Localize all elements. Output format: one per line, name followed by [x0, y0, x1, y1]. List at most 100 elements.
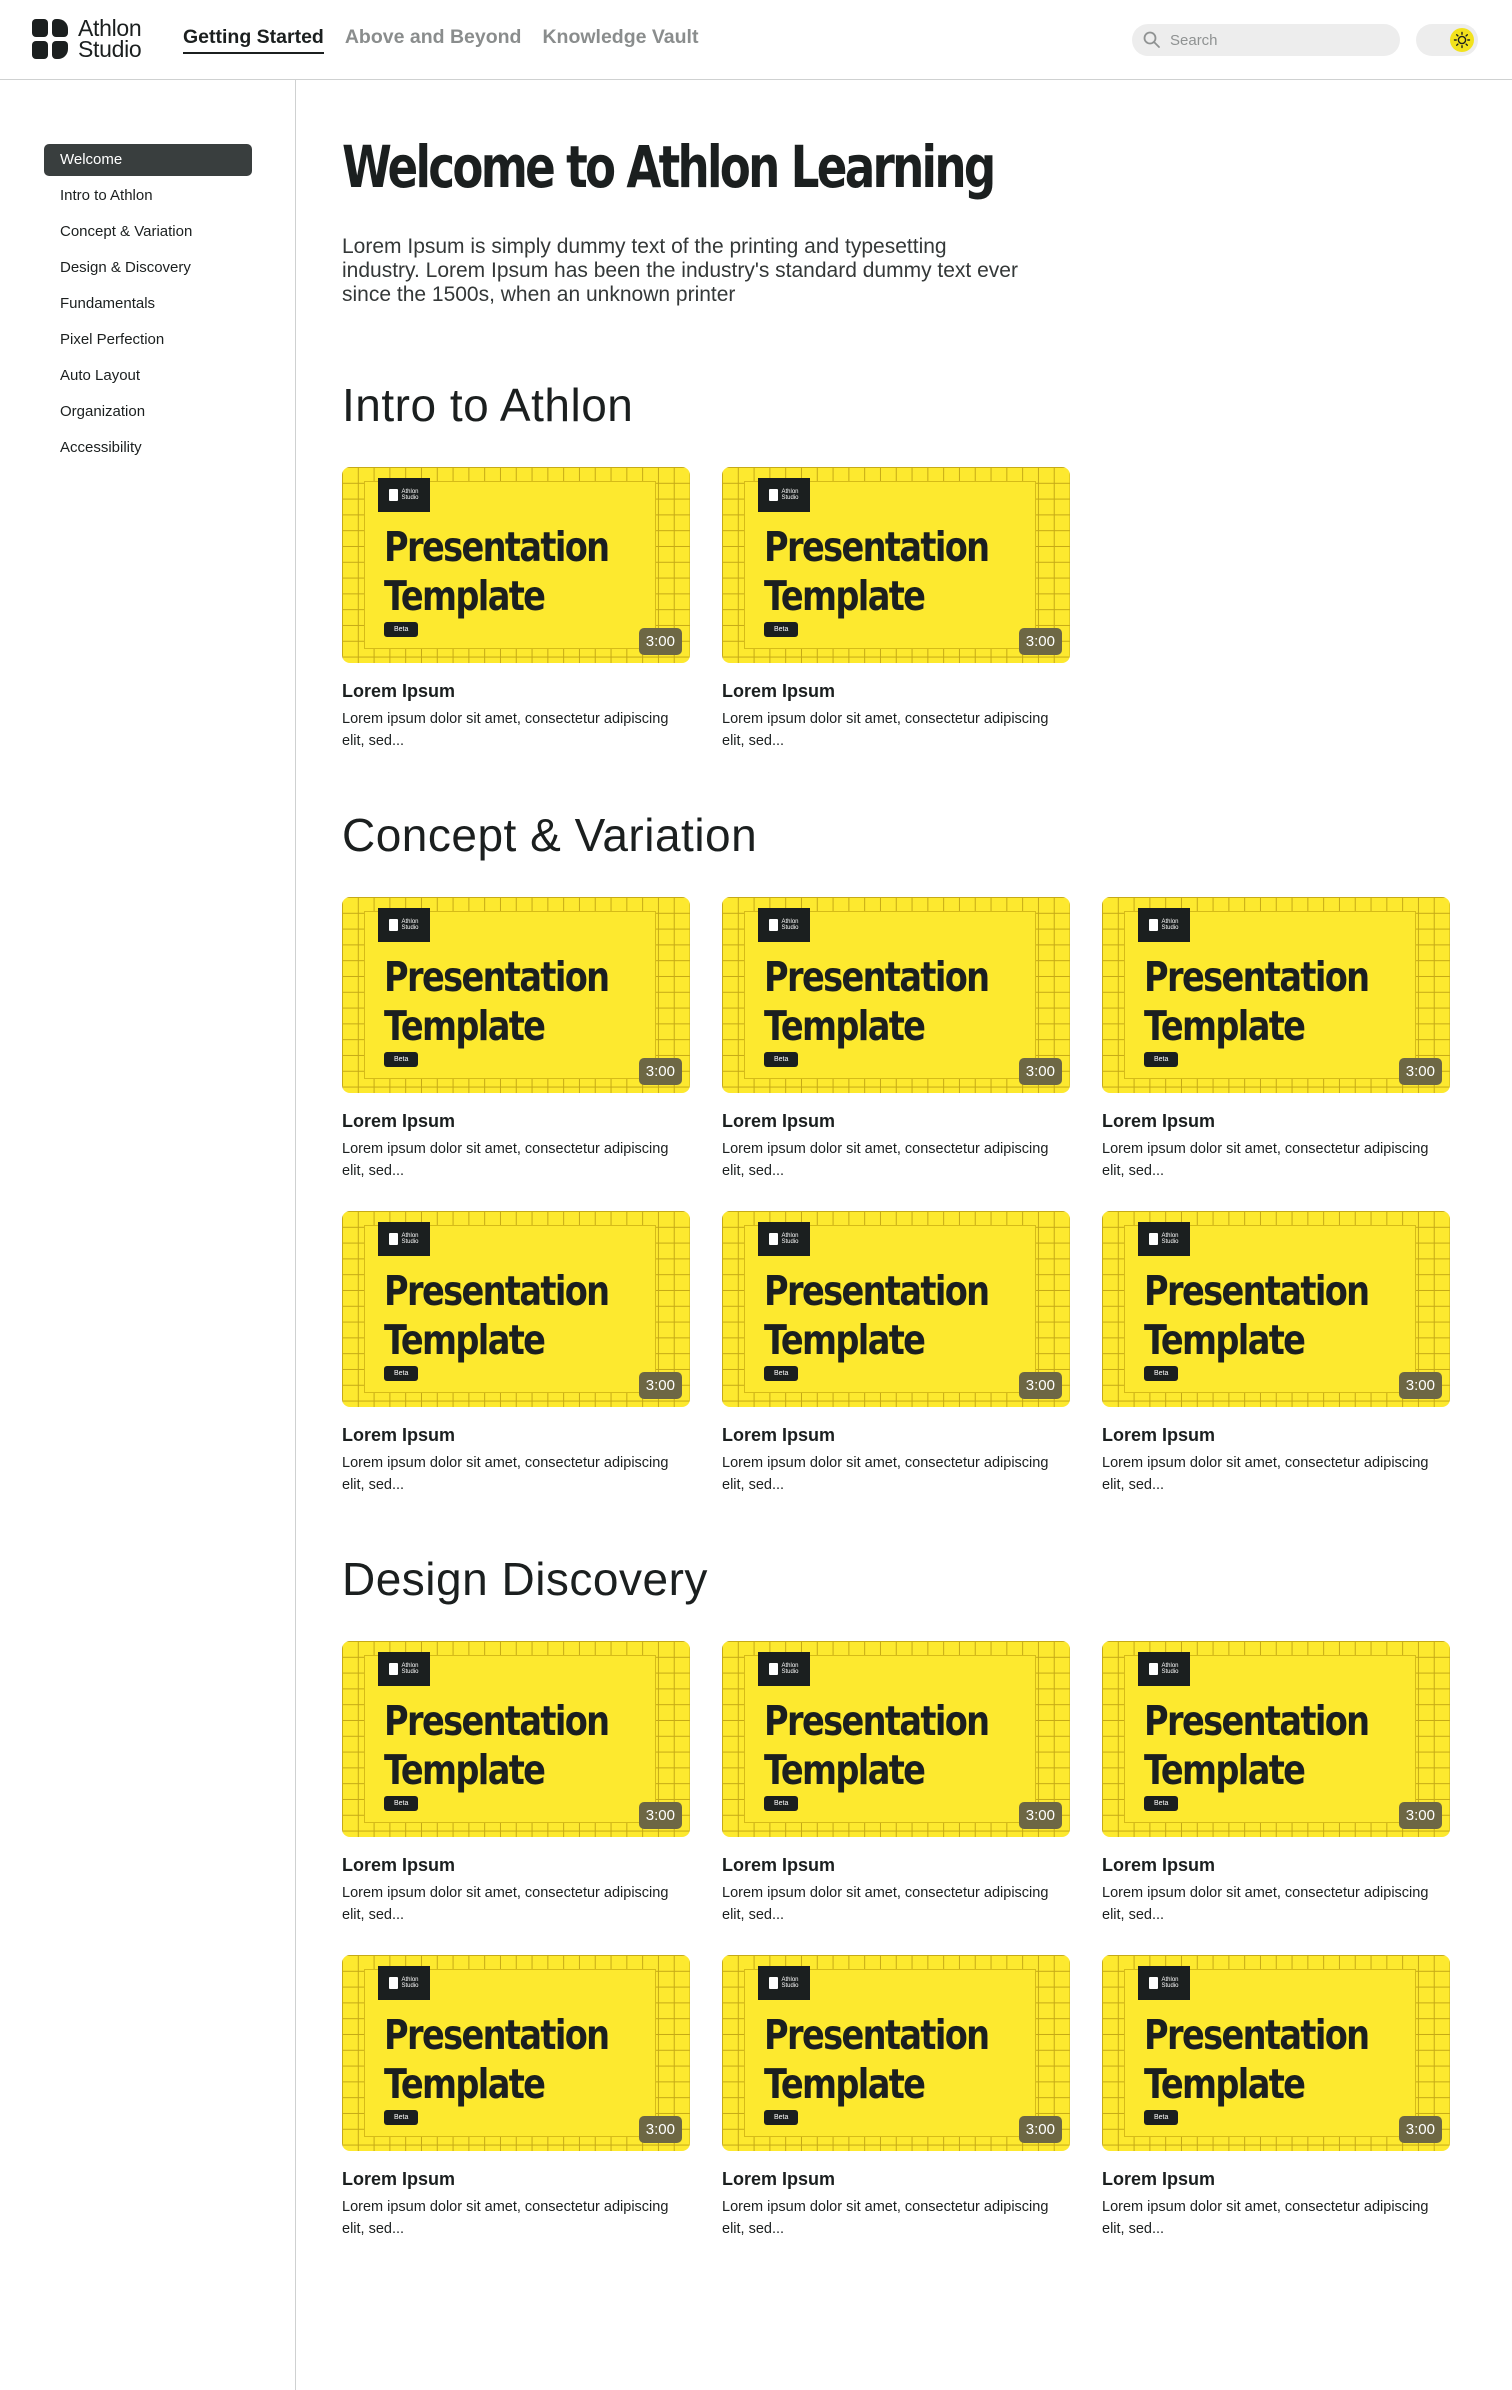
nav-getting-started[interactable]: Getting Started [183, 26, 324, 54]
video-thumbnail[interactable]: Athlon Studio Presentation Template Beta 3:00 [722, 1211, 1070, 1407]
athlon-logo-icon [389, 919, 399, 931]
video-card[interactable]: Athlon Studio Presentation Template Beta 3:00… [342, 1641, 690, 1926]
card-title[interactable]: Lorem Ipsum [1102, 1425, 1450, 1446]
thumbnail-logo-line-2: Studio [1161, 1669, 1179, 1675]
card-description: Lorem ipsum dolor sit amet, consectetur … [722, 1885, 1049, 1923]
card-title[interactable]: Lorem Ipsum [722, 681, 1070, 702]
sidebar-item-design-discovery[interactable]: Design & Discovery [44, 252, 252, 284]
athlon-logo[interactable]: Athlon Studio [32, 17, 142, 61]
thumbnail-logo-text: Athlon Studio [781, 1663, 798, 1675]
video-card[interactable]: Athlon Studio Presentation Template Beta 3:00… [722, 467, 1070, 752]
thumbnail-title-line-2: Template [384, 2060, 546, 2108]
card-title[interactable]: Lorem Ipsum [722, 1111, 1070, 1132]
search-input[interactable] [1170, 31, 1390, 49]
beta-badge: Beta [384, 1052, 419, 1067]
video-thumbnail[interactable]: Athlon Studio Presentation Template Beta 3:00 [342, 1955, 690, 2151]
card-description: Lorem ipsum dolor sit amet, consectetur … [1102, 1141, 1429, 1179]
thumbnail-logo-line-2: Studio [401, 925, 419, 931]
video-thumbnail[interactable]: Athlon Studio Presentation Template Beta 3:00 [722, 1641, 1070, 1837]
sidebar-item-accessibility[interactable]: Accessibility [44, 432, 252, 464]
section-title-concept: Concept & Variation [342, 809, 758, 861]
video-thumbnail[interactable]: Athlon Studio Presentation Template Beta 3:00 [1102, 1955, 1450, 2151]
beta-badge: Beta [1144, 1796, 1179, 1811]
card-title[interactable]: Lorem Ipsum [342, 2169, 690, 2190]
duration-badge: 3:00 [1398, 1802, 1442, 1829]
sidebar-item-concept-variation[interactable]: Concept & Variation [44, 216, 252, 248]
duration-badge: 3:00 [1018, 1058, 1062, 1085]
thumbnail-title-line-2: Template [384, 1746, 546, 1794]
video-thumbnail[interactable]: Athlon Studio Presentation Template Beta 3:00 [1102, 1641, 1450, 1837]
thumbnail-logo: Athlon Studio [758, 1966, 810, 2000]
card-description: Lorem ipsum dolor sit amet, consectetur … [342, 711, 669, 749]
sidebar-item-intro-to-athlon[interactable]: Intro to Athlon [44, 180, 252, 212]
card-title[interactable]: Lorem Ipsum [1102, 1855, 1450, 1876]
thumbnail-logo-line-2: Studio [781, 925, 799, 931]
nav-knowledge-vault[interactable]: Knowledge Vault [542, 26, 698, 54]
duration-badge: 3:00 [1018, 628, 1062, 655]
thumbnail-title-line-2: Template [764, 572, 926, 620]
beta-badge: Beta [764, 1052, 799, 1067]
thumbnail-logo-line-2: Studio [1161, 1983, 1179, 1989]
card-description: Lorem ipsum dolor sit amet, consectetur … [1102, 1455, 1429, 1493]
thumbnail-title: Presentation Template [1144, 953, 1370, 1051]
main-nav: Getting Started Above and Beyond Knowled… [183, 26, 698, 54]
video-card[interactable]: Athlon Studio Presentation Template Beta 3:00… [1102, 897, 1450, 1182]
card-title[interactable]: Lorem Ipsum [1102, 1111, 1450, 1132]
theme-toggle[interactable] [1416, 24, 1478, 56]
video-thumbnail[interactable]: Athlon Studio Presentation Template Beta 3:00 [1102, 897, 1450, 1093]
sidebar-item-fundamentals[interactable]: Fundamentals [44, 288, 252, 320]
sidebar-item-organization[interactable]: Organization [44, 396, 252, 428]
video-card[interactable]: Athlon Studio Presentation Template Beta 3:00… [722, 897, 1070, 1182]
card-title[interactable]: Lorem Ipsum [342, 1855, 690, 1876]
thumbnail-title-line-2: Template [1144, 1002, 1306, 1050]
sun-icon [1453, 31, 1471, 49]
video-thumbnail[interactable]: Athlon Studio Presentation Template Beta 3:00 [342, 897, 690, 1093]
video-card[interactable]: Athlon Studio Presentation Template Beta 3:00… [1102, 1211, 1450, 1496]
video-thumbnail[interactable]: Athlon Studio Presentation Template Beta 3:00 [342, 467, 690, 663]
thumbnail-logo: Athlon Studio [378, 1966, 430, 2000]
video-card[interactable]: Athlon Studio Presentation Template Beta 3:00… [722, 1641, 1070, 1926]
card-title[interactable]: Lorem Ipsum [722, 1425, 1070, 1446]
thumbnail-title: Presentation Template [1144, 1267, 1370, 1365]
video-thumbnail[interactable]: Athlon Studio Presentation Template Beta 3:00 [722, 897, 1070, 1093]
video-card[interactable]: Athlon Studio Presentation Template Beta 3:00… [1102, 1955, 1450, 2240]
thumbnail-logo-line-2: Studio [401, 495, 419, 501]
thumbnail-logo-line-2: Studio [1161, 925, 1179, 931]
thumbnail-title-line-2: Template [764, 1746, 926, 1794]
card-title[interactable]: Lorem Ipsum [1102, 2169, 1450, 2190]
search-bar[interactable] [1132, 24, 1400, 56]
thumbnail-logo-text: Athlon Studio [781, 1977, 798, 1989]
video-card[interactable]: Athlon Studio Presentation Template Beta 3:00… [722, 1955, 1070, 2240]
card-description: Lorem ipsum dolor sit amet, consectetur … [1102, 2199, 1429, 2237]
card-title[interactable]: Lorem Ipsum [342, 1425, 690, 1446]
video-card[interactable]: Athlon Studio Presentation Template Beta 3:00… [342, 897, 690, 1182]
sidebar-item-auto-layout[interactable]: Auto Layout [44, 360, 252, 392]
thumbnail-logo-line-2: Studio [401, 1669, 419, 1675]
video-thumbnail[interactable]: Athlon Studio Presentation Template Beta 3:00 [722, 467, 1070, 663]
card-title[interactable]: Lorem Ipsum [342, 1111, 690, 1132]
beta-badge: Beta [1144, 1366, 1179, 1381]
video-card[interactable]: Athlon Studio Presentation Template Beta 3:00… [342, 1211, 690, 1496]
thumbnail-title-line-2: Template [1144, 1746, 1306, 1794]
beta-badge: Beta [384, 2110, 419, 2125]
video-card[interactable]: Athlon Studio Presentation Template Beta 3:00… [1102, 1641, 1450, 1926]
sidebar-item-pixel-perfection[interactable]: Pixel Perfection [44, 324, 252, 356]
card-title[interactable]: Lorem Ipsum [722, 2169, 1070, 2190]
card-title[interactable]: Lorem Ipsum [342, 681, 690, 702]
video-thumbnail[interactable]: Athlon Studio Presentation Template Beta 3:00 [342, 1641, 690, 1837]
beta-badge: Beta [764, 2110, 799, 2125]
card-description: Lorem ipsum dolor sit amet, consectetur … [342, 1141, 669, 1179]
video-card[interactable]: Athlon Studio Presentation Template Beta 3:00… [342, 467, 690, 752]
video-thumbnail[interactable]: Athlon Studio Presentation Template Beta 3:00 [722, 1955, 1070, 2151]
video-card[interactable]: Athlon Studio Presentation Template Beta 3:00… [342, 1955, 690, 2240]
nav-above-and-beyond[interactable]: Above and Beyond [345, 26, 522, 54]
sidebar-item-welcome[interactable]: Welcome [44, 144, 252, 176]
thumbnail-title-line-1: Presentation [1144, 1267, 1370, 1315]
card-description: Lorem ipsum dolor sit amet, consectetur … [722, 1455, 1049, 1493]
thumbnail-logo-text: Athlon Studio [1161, 1663, 1178, 1675]
beta-badge: Beta [764, 622, 799, 637]
video-card[interactable]: Athlon Studio Presentation Template Beta 3:00… [722, 1211, 1070, 1496]
video-thumbnail[interactable]: Athlon Studio Presentation Template Beta 3:00 [1102, 1211, 1450, 1407]
video-thumbnail[interactable]: Athlon Studio Presentation Template Beta 3:00 [342, 1211, 690, 1407]
card-title[interactable]: Lorem Ipsum [722, 1855, 1070, 1876]
